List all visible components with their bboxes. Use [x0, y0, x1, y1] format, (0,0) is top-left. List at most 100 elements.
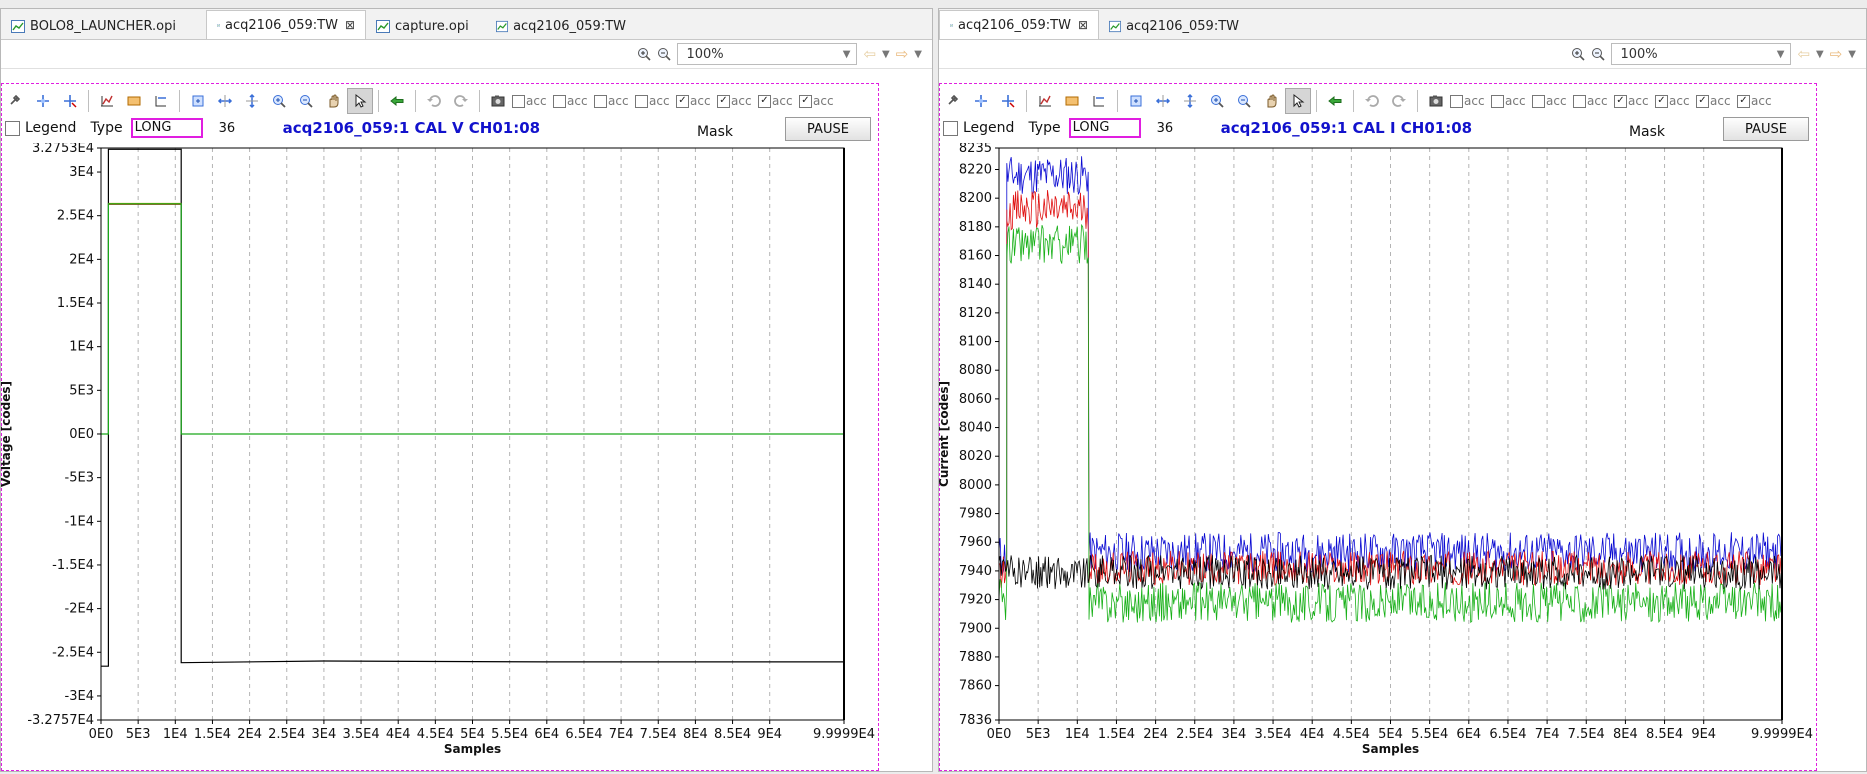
zoom-combo[interactable]: 100% ▼: [677, 43, 858, 65]
chevron-down-icon[interactable]: ▼: [843, 49, 851, 60]
add-annotation-button[interactable]: [30, 88, 56, 114]
tab-bolo8-launcher[interactable]: BOLO8_LAUNCHER.opi: [1, 13, 206, 39]
type-input[interactable]: LONG: [130, 118, 203, 138]
checked-checkbox[interactable]: ✓: [1696, 94, 1709, 108]
pause-button[interactable]: PAUSE: [785, 117, 871, 141]
zoom-in-icon[interactable]: [637, 47, 652, 61]
staircase-button[interactable]: [1032, 88, 1058, 114]
count-input[interactable]: 36: [219, 121, 279, 136]
vertical-zoom-button[interactable]: [1177, 88, 1203, 114]
checked-checkbox[interactable]: ✓: [717, 94, 730, 108]
checked-checkbox[interactable]: ✓: [1737, 94, 1750, 108]
zoom-in-tool-button[interactable]: [1204, 88, 1230, 114]
snapshot-button[interactable]: [485, 88, 511, 114]
unchecked-checkbox[interactable]: [512, 94, 525, 108]
checked-checkbox[interactable]: ✓: [1655, 94, 1668, 108]
green-left-arrow-button[interactable]: [1322, 88, 1348, 114]
snapshot-button[interactable]: [1423, 88, 1449, 114]
remove-annotation-button[interactable]: [57, 88, 83, 114]
forward-arrow-icon[interactable]: ⇨: [896, 45, 909, 63]
pointer-button[interactable]: [347, 88, 373, 114]
rubberband-zoom-button[interactable]: [1123, 88, 1149, 114]
trace-toggle-8[interactable]: ✓ acc: [1737, 94, 1777, 108]
pan-hand-button[interactable]: [1258, 88, 1284, 114]
chevron-down-icon[interactable]: ▼: [1777, 49, 1785, 60]
checked-checkbox[interactable]: ✓: [758, 94, 771, 108]
horizontal-zoom-button[interactable]: [1150, 88, 1176, 114]
undo-button[interactable]: [421, 88, 447, 114]
zoom-out-icon[interactable]: [657, 47, 672, 61]
type-input[interactable]: LONG: [1068, 118, 1141, 138]
count-input[interactable]: 36: [1157, 121, 1217, 136]
zoom-in-tool-button[interactable]: [266, 88, 292, 114]
trace-toggle-7[interactable]: ✓ acc: [758, 94, 798, 108]
plot-area[interactable]: [999, 148, 1782, 720]
trace-toggle-2[interactable]: acc: [553, 94, 593, 108]
legend-checkbox[interactable]: [943, 120, 958, 136]
unchecked-checkbox[interactable]: [1573, 94, 1586, 108]
add-annotation-button[interactable]: [968, 88, 994, 114]
legend-checkbox[interactable]: [5, 120, 20, 136]
trace-toggle-3[interactable]: acc: [594, 94, 634, 108]
configure-button[interactable]: [3, 88, 29, 114]
tab-acq2106-tw[interactable]: acq2106_059:TW ⊠: [939, 10, 1099, 39]
legend-toggle-button[interactable]: [1059, 88, 1085, 114]
zoom-out-tool-button[interactable]: [293, 88, 319, 114]
trace-toggle-4[interactable]: acc: [635, 94, 675, 108]
trace-toggle-6[interactable]: ✓ acc: [1655, 94, 1695, 108]
vertical-zoom-button[interactable]: [239, 88, 265, 114]
pan-hand-button[interactable]: [320, 88, 346, 114]
back-arrow-icon[interactable]: ⇦: [1797, 45, 1810, 63]
pause-button[interactable]: PAUSE: [1723, 117, 1809, 141]
remove-annotation-button[interactable]: [995, 88, 1021, 114]
forward-arrow-icon[interactable]: ⇨: [1830, 45, 1843, 63]
trace-toggle-2[interactable]: acc: [1491, 94, 1531, 108]
unchecked-checkbox[interactable]: [1450, 94, 1463, 108]
right-current-chart[interactable]: 8235 8220 8200 8180 8160 8140 8120 8100 8080 8060…: [939, 143, 1867, 772]
tab-acq2106-tw[interactable]: acq2106_059:TW ⊠: [206, 10, 366, 39]
close-tab-icon[interactable]: ⊠: [1078, 18, 1088, 32]
redo-button[interactable]: [448, 88, 474, 114]
chevron-down-icon[interactable]: ▼: [1848, 49, 1856, 60]
unchecked-checkbox[interactable]: [1532, 94, 1545, 108]
legend-toggle-button[interactable]: [121, 88, 147, 114]
chevron-down-icon[interactable]: ▼: [914, 49, 922, 60]
checked-checkbox[interactable]: ✓: [799, 94, 812, 108]
left-voltage-chart[interactable]: 3.2753E4 3E4 2.5E4 2E4 1.5E4 1E4 5E3 0E0 -5E3 -1E…: [1, 143, 933, 772]
checked-checkbox[interactable]: ✓: [676, 94, 689, 108]
axis-button[interactable]: [148, 88, 174, 114]
redo-button[interactable]: [1386, 88, 1412, 114]
trace-toggle-4[interactable]: acc: [1573, 94, 1613, 108]
configure-button[interactable]: [941, 88, 967, 114]
horizontal-zoom-button[interactable]: [212, 88, 238, 114]
trace-toggle-1[interactable]: acc: [512, 94, 552, 108]
checked-checkbox[interactable]: ✓: [1614, 94, 1627, 108]
tab-acq2106-tw-2[interactable]: acq2106_059:TW: [486, 13, 636, 39]
trace-toggle-5[interactable]: ✓ acc: [676, 94, 716, 108]
trace-toggle-3[interactable]: acc: [1532, 94, 1572, 108]
trace-toggle-7[interactable]: ✓ acc: [1696, 94, 1736, 108]
pointer-button[interactable]: [1285, 88, 1311, 114]
staircase-button[interactable]: [94, 88, 120, 114]
chevron-down-icon[interactable]: ▼: [1816, 49, 1824, 60]
trace-toggle-1[interactable]: acc: [1450, 94, 1490, 108]
zoom-combo[interactable]: 100% ▼: [1611, 43, 1792, 65]
rubberband-zoom-button[interactable]: [185, 88, 211, 114]
undo-button[interactable]: [1359, 88, 1385, 114]
unchecked-checkbox[interactable]: [594, 94, 607, 108]
trace-toggle-6[interactable]: ✓ acc: [717, 94, 757, 108]
zoom-in-icon[interactable]: [1571, 47, 1586, 61]
trace-toggle-5[interactable]: ✓ acc: [1614, 94, 1654, 108]
unchecked-checkbox[interactable]: [635, 94, 648, 108]
axis-button[interactable]: [1086, 88, 1112, 114]
close-tab-icon[interactable]: ⊠: [345, 18, 355, 32]
tab-capture[interactable]: capture.opi: [366, 13, 486, 39]
unchecked-checkbox[interactable]: [553, 94, 566, 108]
back-arrow-icon[interactable]: ⇦: [863, 45, 876, 63]
trace-toggle-8[interactable]: ✓ acc: [799, 94, 839, 108]
zoom-out-icon[interactable]: [1591, 47, 1606, 61]
tab-acq2106-tw-2[interactable]: acq2106_059:TW: [1099, 13, 1249, 39]
green-left-arrow-button[interactable]: [384, 88, 410, 114]
chevron-down-icon[interactable]: ▼: [882, 49, 890, 60]
zoom-out-tool-button[interactable]: [1231, 88, 1257, 114]
